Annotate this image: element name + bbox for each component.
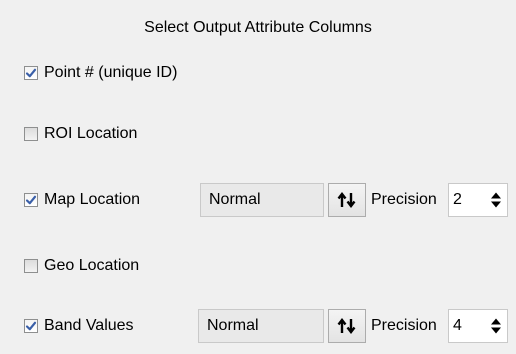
map-location-precision-spinner[interactable]: 2: [448, 183, 508, 217]
map-location-checkbox[interactable]: Map Location: [24, 191, 140, 209]
spinner-arrows-icon[interactable]: [489, 184, 503, 216]
band-values-precision-value[interactable]: 4: [453, 310, 462, 342]
map-location-precision-value[interactable]: 2: [453, 184, 462, 216]
geo-location-row: Geo Location: [0, 246, 516, 286]
band-values-checkbox[interactable]: Band Values: [24, 317, 134, 335]
band-values-mode-field[interactable]: Normal: [198, 309, 324, 343]
spinner-arrows-icon[interactable]: [489, 310, 503, 342]
point-id-checkbox[interactable]: Point # (unique ID): [24, 64, 177, 82]
roi-location-label: ROI Location: [44, 125, 138, 142]
geo-location-label: Geo Location: [44, 257, 140, 274]
band-values-row: Band Values Normal Precision 4: [0, 306, 516, 346]
checkbox-box[interactable]: [24, 319, 38, 333]
panel-title: Select Output Attribute Columns: [144, 19, 372, 36]
point-id-label: Point # (unique ID): [44, 64, 178, 81]
checkbox-box[interactable]: [24, 259, 38, 273]
map-location-mode-field[interactable]: Normal: [200, 183, 324, 217]
band-values-precision-spinner[interactable]: 4: [448, 309, 508, 343]
map-location-swap-button[interactable]: [328, 183, 366, 217]
checkmark-icon: [25, 321, 37, 331]
roi-location-row: ROI Location: [0, 114, 516, 154]
map-location-row: Map Location Normal Precision 2: [0, 180, 516, 220]
up-down-arrows-icon: [337, 192, 356, 208]
geo-location-checkbox[interactable]: Geo Location: [24, 257, 139, 275]
map-location-label: Map Location: [44, 191, 141, 208]
map-location-precision-label: Precision: [371, 191, 437, 208]
checkbox-box[interactable]: [24, 66, 38, 80]
up-down-arrows-icon: [337, 318, 356, 334]
checkmark-icon: [25, 195, 37, 205]
band-values-precision-label: Precision: [371, 317, 437, 334]
roi-location-checkbox[interactable]: ROI Location: [24, 125, 137, 143]
checkbox-box[interactable]: [24, 127, 38, 141]
checkbox-box[interactable]: [24, 193, 38, 207]
output-attributes-panel: Select Output Attribute Columns Point # …: [0, 0, 516, 354]
point-id-row: Point # (unique ID): [0, 53, 516, 93]
band-values-label: Band Values: [44, 317, 134, 334]
band-values-swap-button[interactable]: [328, 309, 366, 343]
checkmark-icon: [25, 68, 37, 78]
